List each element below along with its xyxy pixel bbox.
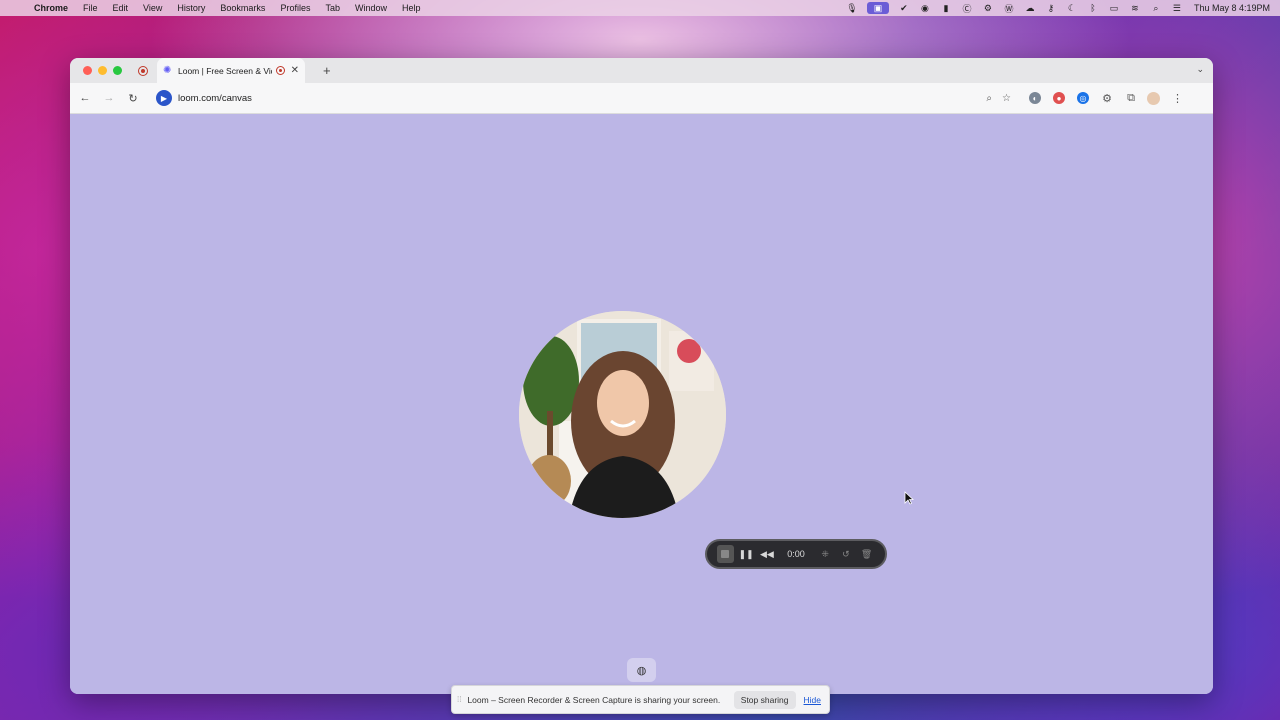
- tab-recording-icon: [275, 66, 285, 75]
- new-tab-button[interactable]: +: [323, 63, 331, 78]
- zoom-icon[interactable]: ⌕: [986, 93, 992, 104]
- pause-recording-button[interactable]: ❚❚: [738, 545, 755, 563]
- webcam-video-feed: [519, 311, 726, 518]
- menubar-status-area: 🎙 ▣ ✔ ◉ ▮ Ⓒ ⚙ Ⓦ ☁ ⚷ ☾ ᛒ ▭ ≋ ⌕ ☰ Thu May …: [846, 0, 1270, 16]
- moon-icon[interactable]: ☾: [1066, 2, 1078, 14]
- menu-tab[interactable]: Tab: [325, 3, 340, 13]
- browser-toolbar: ← → ↻ ▶ loom.com/canvas ⌕ ☆ ◐ ● ◎ ⚙ ⧉ ⋮: [70, 83, 1213, 114]
- minimize-window-button[interactable]: [98, 66, 107, 75]
- drawing-tools-icon[interactable]: ⁜: [817, 545, 834, 563]
- menu-app-name[interactable]: Chrome: [34, 3, 68, 13]
- menu-view[interactable]: View: [143, 3, 162, 13]
- menu-bookmarks[interactable]: Bookmarks: [220, 3, 265, 13]
- loom-canvas-page: ❚❚ ◀◀ 0:00 ⁜ ↺ 🗑 ◍: [70, 114, 1213, 694]
- address-bar[interactable]: ▶ loom.com/canvas ⌕ ☆: [151, 87, 1021, 109]
- chrome-window: ✺ Loom | Free Screen & Vid ✕ + ⌄ ← → ↻ ▶…: [70, 58, 1213, 694]
- wifi-icon[interactable]: ≋: [1129, 2, 1141, 14]
- key-icon[interactable]: ⚷: [1045, 2, 1057, 14]
- menu-profiles[interactable]: Profiles: [280, 3, 310, 13]
- reload-button[interactable]: ↻: [121, 92, 145, 105]
- extension-gear-icon[interactable]: ⚙: [1101, 92, 1113, 105]
- checkmark-circle-icon[interactable]: ✔: [898, 2, 910, 14]
- extensions-puzzle-icon[interactable]: ⧉: [1125, 92, 1137, 104]
- recording-control-bar: ❚❚ ◀◀ 0:00 ⁜ ↺ 🗑: [705, 539, 887, 569]
- microphone-icon[interactable]: 🎙: [846, 2, 858, 14]
- bluetooth-icon[interactable]: ᛒ: [1087, 2, 1099, 14]
- site-info-icon[interactable]: ▶: [156, 90, 172, 106]
- spotlight-search-icon[interactable]: ⌕: [1150, 2, 1162, 14]
- url-text[interactable]: loom.com/canvas: [178, 93, 986, 104]
- recording-indicator-icon: [138, 65, 148, 76]
- mouse-cursor-icon: [904, 491, 914, 505]
- wordpress-icon[interactable]: Ⓦ: [1003, 2, 1015, 14]
- close-window-button[interactable]: [83, 66, 92, 75]
- control-center-icon[interactable]: ☰: [1171, 2, 1183, 14]
- audio-waveform-icon[interactable]: ▮: [940, 2, 952, 14]
- window-controls: [83, 66, 122, 75]
- palette-icon: ◍: [636, 664, 647, 677]
- chrome-menu-icon[interactable]: ⋮: [1172, 92, 1183, 105]
- menu-edit[interactable]: Edit: [113, 3, 129, 13]
- sharing-message: Loom – Screen Recorder & Screen Capture …: [467, 694, 721, 705]
- stop-sharing-button[interactable]: Stop sharing: [733, 690, 796, 709]
- bookmark-star-icon[interactable]: ☆: [1002, 93, 1011, 104]
- loom-favicon-icon: ✺: [163, 65, 172, 76]
- extension-2-icon[interactable]: ●: [1053, 92, 1065, 104]
- restart-recording-button[interactable]: ↺: [838, 545, 855, 563]
- c-app-icon[interactable]: Ⓒ: [961, 2, 973, 14]
- menubar-clock[interactable]: Thu May 8 4:19PM: [1194, 3, 1270, 13]
- back-button[interactable]: ←: [73, 92, 97, 104]
- tab-close-icon[interactable]: ✕: [291, 65, 299, 76]
- forward-button[interactable]: →: [97, 92, 121, 104]
- delete-recording-button[interactable]: 🗑: [858, 545, 875, 563]
- tab-loom[interactable]: ✺ Loom | Free Screen & Vid ✕: [157, 58, 305, 83]
- menu-help[interactable]: Help: [402, 3, 421, 13]
- recording-timer: 0:00: [787, 549, 805, 559]
- menu-window[interactable]: Window: [355, 3, 387, 13]
- extension-3-icon[interactable]: ◎: [1077, 92, 1089, 104]
- menu-file[interactable]: File: [83, 3, 98, 13]
- webcam-bubble[interactable]: [519, 311, 726, 518]
- drag-handle-icon[interactable]: ⁞⁞: [457, 695, 461, 704]
- tab-search-chevron-icon[interactable]: ⌄: [1196, 64, 1204, 75]
- tab-title: Loom | Free Screen & Vid: [178, 65, 272, 76]
- rewind-button[interactable]: ◀◀: [759, 545, 776, 563]
- extension-1-icon[interactable]: ◐: [1029, 92, 1041, 104]
- camera-app-icon[interactable]: ◉: [919, 2, 931, 14]
- gear-icon[interactable]: ⚙: [982, 2, 994, 14]
- hide-link[interactable]: Hide: [804, 695, 821, 705]
- battery-icon[interactable]: ▭: [1108, 2, 1120, 14]
- screen-share-status-icon[interactable]: ▣: [866, 2, 889, 14]
- macos-menu-bar: Chrome File Edit View History Bookmarks …: [0, 0, 1280, 16]
- zoom-window-button[interactable]: [113, 66, 122, 75]
- extensions-area: ◐ ● ◎ ⚙ ⧉: [1029, 92, 1137, 105]
- cloud-icon[interactable]: ☁: [1024, 2, 1036, 14]
- tab-strip: ✺ Loom | Free Screen & Vid ✕ + ⌄: [70, 58, 1213, 83]
- profile-avatar[interactable]: [1147, 91, 1160, 105]
- screen-sharing-bar: ⁞⁞ Loom – Screen Recorder & Screen Captu…: [451, 685, 830, 714]
- menu-history[interactable]: History: [177, 3, 205, 13]
- canvas-palette-button[interactable]: ◍: [627, 658, 656, 682]
- stop-recording-button[interactable]: [717, 545, 734, 563]
